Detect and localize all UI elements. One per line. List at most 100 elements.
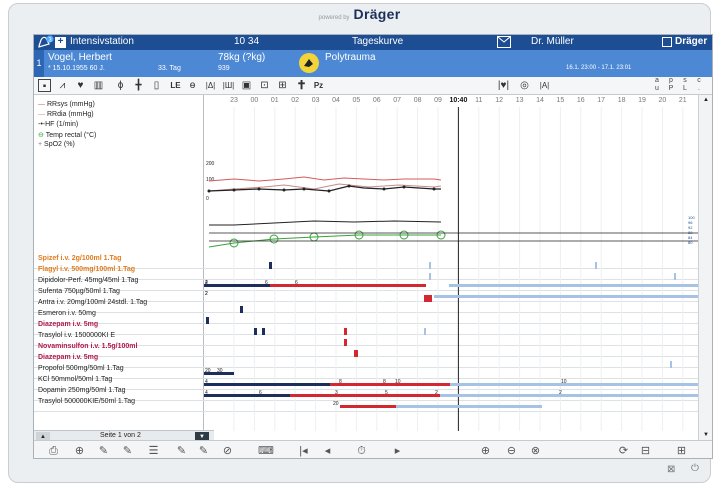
medication-label[interactable]: Trasylol i.v. 1500000KI E xyxy=(38,332,115,339)
drip-icon[interactable]: ɸ xyxy=(114,79,127,92)
balance-icon[interactable]: |Δ| xyxy=(204,79,217,92)
infusion-icon[interactable]: ɵ xyxy=(186,79,199,92)
monitor-bezel: powered by Dräger 3 + Intensivstation 10 … xyxy=(8,3,713,483)
le-button[interactable]: LE xyxy=(169,79,182,92)
chart-icon[interactable]: |Ш| xyxy=(222,79,235,92)
syringe-icon[interactable]: ╋ xyxy=(132,79,145,92)
medication-bar xyxy=(204,394,290,397)
document-icon[interactable]: ▯ xyxy=(150,79,163,92)
medication-bar xyxy=(429,262,431,269)
user-name[interactable]: Dr. Müller xyxy=(531,36,574,47)
side-label-a-top: a xyxy=(655,77,659,84)
lock-icon[interactable]: ⊟ xyxy=(638,444,653,458)
vertical-scrollbar[interactable]: ▲ ▼ xyxy=(698,95,712,440)
vital-label-spo2: + SpO2 (%) xyxy=(38,141,75,148)
step-forward-icon[interactable]: ▸ xyxy=(390,444,405,458)
medication-label[interactable]: Diazepam i.v. 5mg xyxy=(38,321,98,328)
clock-icon[interactable]: ⏱ xyxy=(354,444,369,458)
medication-bar xyxy=(340,405,396,408)
lab-icon[interactable]: ▥ xyxy=(92,79,105,92)
patient-dob: * 15.10.1955 60 J. xyxy=(48,65,105,72)
side-label-c[interactable]: c. xyxy=(693,77,705,93)
side-label-a-bottom: u xyxy=(655,85,659,92)
power-icon[interactable]: ⏻ xyxy=(691,463,699,474)
hf-point xyxy=(382,187,386,191)
medication-label[interactable]: Dipidolor-Perf. 45mg/45ml 1.Tag xyxy=(38,277,138,284)
medication-value: 2 xyxy=(559,390,562,396)
edit-disabled-icon[interactable]: ✎ xyxy=(174,444,189,458)
patient-file-icon[interactable]: ▪ xyxy=(38,79,51,92)
medication-label[interactable]: Dopamin 250mg/50ml 1.Tag xyxy=(38,387,126,394)
medication-label[interactable]: Sufenta 750µg/50ml 1.Tag xyxy=(38,288,120,295)
edit-settings-icon[interactable]: ✎ xyxy=(120,444,135,458)
medication-bar xyxy=(429,273,431,280)
side-label-a[interactable]: au xyxy=(651,77,663,93)
keyboard-icon[interactable]: ⊠ xyxy=(667,464,675,475)
monitor-icon[interactable]: ▣ xyxy=(240,79,253,92)
export-icon[interactable]: ⊡ xyxy=(258,79,271,92)
medication-label[interactable]: Novaminsulfon i.v. 1.5g/100ml xyxy=(38,343,137,350)
zoom-reset-icon[interactable]: ⊗ xyxy=(528,444,543,458)
medication-value: 10 xyxy=(395,379,401,385)
medication-label[interactable]: KCl 50mmol/50ml 1.Tag xyxy=(38,376,112,383)
hf-point xyxy=(232,188,236,192)
scroll-down-icon[interactable]: ▼ xyxy=(703,432,709,438)
vital-label-temp: ⊖ Temp rectal (°C) xyxy=(38,131,96,139)
camera-icon[interactable]: ◎ xyxy=(518,79,531,92)
lock-refresh-icon[interactable]: ⟳ xyxy=(616,444,631,458)
patient-name: Vogel, Herbert xyxy=(48,52,112,63)
comment-icon[interactable]: ☰ xyxy=(146,444,161,458)
zoom-in-icon[interactable]: ⊕ xyxy=(478,444,493,458)
edit-icon[interactable]: ✎ xyxy=(96,444,111,458)
calendar-icon[interactable]: ⊞ xyxy=(276,79,289,92)
heart-monitor-icon[interactable]: |♥| xyxy=(497,79,510,92)
medication-label[interactable]: Diazepam i.v. 5mg xyxy=(38,354,98,361)
ward-name[interactable]: Intensivstation xyxy=(70,36,134,47)
medication-bar xyxy=(270,284,426,287)
medication-label[interactable]: Esmeron i.v. 50mg xyxy=(38,310,96,317)
patient-diagnosis: Polytrauma xyxy=(325,52,376,63)
skip-back-icon[interactable]: |◂ xyxy=(296,444,311,458)
ward-icon: + xyxy=(55,37,66,48)
medication-bar xyxy=(254,328,257,335)
medication-label[interactable]: Trasylol 500000KIE/50ml 1.Tag xyxy=(38,398,135,405)
chart-area[interactable]: 23 00 01 02 03 04 05 06 07 08 09 10:40 11 12 13 14 15 16 1… xyxy=(204,95,707,431)
medication-label[interactable]: Flagyl i.v. 500mg/100ml 1.Tag xyxy=(38,266,135,273)
bottom-toolbar: ⎙ ⊕ ✎ ✎ ☰ ✎ ✎ ⊘ ⌨ |◂ ◂ ⏱ ▸ ⊕ ⊖ ⊗ ⟳ ⊟ ⊞ xyxy=(34,440,712,458)
mail-icon[interactable] xyxy=(497,36,511,48)
print-icon[interactable]: ⎙ xyxy=(46,444,61,458)
side-label-p-bottom: P xyxy=(668,85,674,92)
scroll-up-icon[interactable]: ▲ xyxy=(703,97,709,103)
respiration-icon[interactable]: ⩘ xyxy=(56,79,69,92)
side-label-s-bottom: L xyxy=(683,85,687,92)
medication-label[interactable]: Spizef i.v. 2g/100ml 1.Tag xyxy=(38,255,121,262)
patient-bar[interactable]: 1 Vogel, Herbert * 15.10.1955 60 J. 33. … xyxy=(34,50,712,77)
medication-value: 5 xyxy=(385,390,388,396)
hf-point xyxy=(302,187,306,191)
zoom-out-icon[interactable]: ⊖ xyxy=(504,444,519,458)
grid-icon[interactable]: ⊞ xyxy=(674,444,689,458)
edit-check-icon[interactable]: ✎ xyxy=(196,444,211,458)
add-entry-icon[interactable]: ⊕ xyxy=(72,444,87,458)
patient-period: 16.1. 23:00 - 17.1. 23:01 xyxy=(566,65,632,71)
approve-icon[interactable]: ⊘ xyxy=(220,444,235,458)
warning-icon[interactable] xyxy=(299,53,319,73)
medication-label[interactable]: Antra i.v. 20mg/100ml 24stdl. 1.Tag xyxy=(38,299,147,306)
rrdia-line-icon: — xyxy=(38,111,45,118)
pz-button[interactable]: Pz xyxy=(312,79,325,92)
hf-point xyxy=(327,189,331,193)
side-label-p[interactable]: pP xyxy=(665,77,677,93)
screen: 3 + Intensivstation 10 34 Tageskurve Dr.… xyxy=(33,34,713,459)
medication-bar xyxy=(449,284,698,287)
medication-bar xyxy=(262,328,265,335)
hf-point xyxy=(207,189,211,193)
side-label-s[interactable]: sL xyxy=(679,77,691,93)
chart-lab-icon[interactable]: |A| xyxy=(538,79,551,92)
keyboard-icon[interactable]: ⌨ xyxy=(258,444,274,458)
cross-icon[interactable]: ✝ xyxy=(295,79,308,92)
heart-icon[interactable]: ♥ xyxy=(74,79,87,92)
step-back-icon[interactable]: ◂ xyxy=(320,444,335,458)
medication-value: 4 xyxy=(205,390,208,396)
medication-label[interactable]: Propofol 500mg/50ml 1.Tag xyxy=(38,365,124,372)
medication-value: 2 xyxy=(435,390,438,396)
